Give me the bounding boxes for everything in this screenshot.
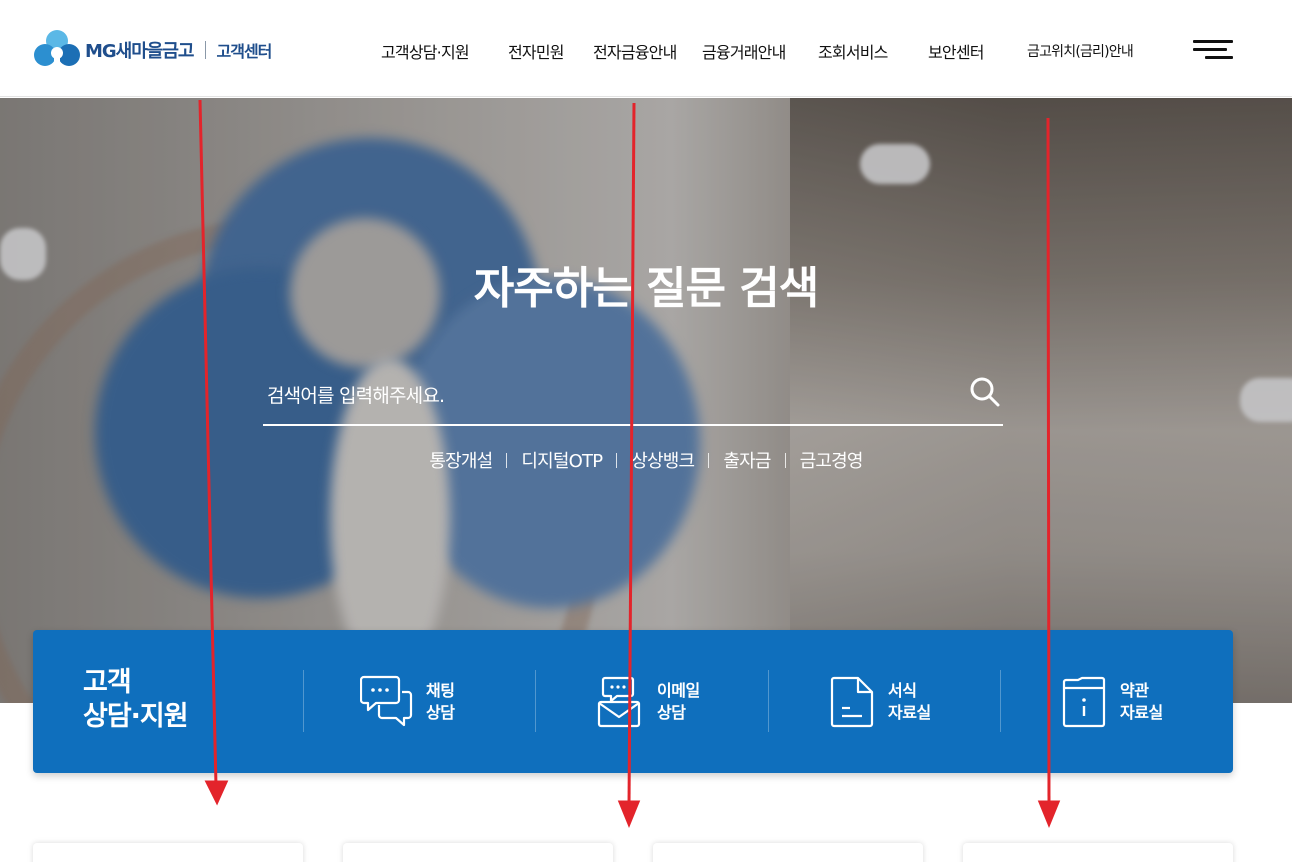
keyword-link[interactable]: 금고경영 — [800, 451, 864, 472]
faq-search — [263, 370, 1003, 426]
keyword-link[interactable]: 출자금 — [723, 451, 771, 472]
keyword-link[interactable]: 상상뱅크 — [631, 451, 695, 472]
keyword-divider — [506, 453, 508, 468]
quick-divider — [535, 670, 536, 732]
quick-label-line2: 상담 — [426, 703, 455, 722]
quick-label-line2: 자료실 — [1120, 703, 1163, 722]
quick-label-line1: 약관 — [1120, 681, 1149, 700]
quick-title-line1: 고객 — [83, 667, 132, 698]
nav-item-complaint[interactable]: 전자민원 — [508, 39, 564, 63]
arrow-head-center — [617, 800, 641, 828]
quick-label-line2: 상담 — [657, 703, 686, 722]
nav-item-support[interactable]: 고객상담·지원 — [381, 39, 470, 63]
arrow-head-right — [1037, 800, 1061, 828]
nav-item-transaction[interactable]: 금융거래안내 — [702, 39, 786, 63]
quick-divider — [768, 670, 769, 732]
forms-library-button[interactable]: 서식 자료실 — [830, 672, 931, 732]
email-icon — [597, 676, 641, 728]
menu-icon[interactable] — [1193, 40, 1233, 60]
quick-label-line1: 이메일 — [657, 681, 700, 700]
quick-label-line1: 서식 — [888, 681, 917, 700]
terms-library-button[interactable]: 약관 자료실 — [1062, 672, 1163, 732]
keyword-link[interactable]: 통장개설 — [429, 451, 493, 472]
email-consult-label: 이메일 상담 — [657, 680, 700, 724]
nav-item-inquiry[interactable]: 조회서비스 — [818, 39, 888, 63]
nav-item-e-banking[interactable]: 전자금융안내 — [593, 39, 677, 63]
main-nav: 고객상담·지원 전자민원 전자금융안내 금융거래안내 조회서비스 보안센터 금고… — [0, 39, 1292, 63]
terms-icon — [1062, 676, 1106, 728]
terms-library-label: 약관 자료실 — [1120, 680, 1163, 724]
content-card[interactable] — [653, 843, 923, 862]
arrow-head-left — [204, 780, 229, 806]
quick-menu-title: 고객 상담·지원 — [83, 666, 189, 734]
chat-consult-button[interactable]: 채팅 상담 — [360, 672, 455, 732]
document-icon — [830, 676, 874, 728]
search-input[interactable] — [267, 378, 947, 414]
quick-divider — [1000, 670, 1001, 732]
keyword-divider — [784, 453, 786, 468]
content-card[interactable] — [343, 843, 613, 862]
content-card[interactable] — [963, 843, 1233, 862]
search-icon[interactable] — [967, 374, 1003, 410]
quick-label-line1: 채팅 — [426, 681, 455, 700]
quick-label-line2: 자료실 — [888, 703, 931, 722]
popular-keywords: 통장개설 디지털OTP 상상뱅크 출자금 금고경영 — [0, 447, 1292, 473]
chat-consult-label: 채팅 상담 — [426, 680, 455, 724]
quick-divider — [303, 670, 304, 732]
quick-title-line2: 상담·지원 — [83, 701, 189, 732]
nav-item-security[interactable]: 보안센터 — [928, 39, 984, 63]
keyword-divider — [616, 453, 618, 468]
support-quick-menu: 고객 상담·지원 채팅 상담 이메일 상담 서식 자료실 약관 자료실 — [33, 630, 1233, 773]
content-card[interactable] — [33, 843, 303, 862]
site-header: MG새마을금고 고객센터 고객상담·지원 전자민원 전자금융안내 금융거래안내 … — [0, 0, 1292, 97]
hero-title: 자주하는 질문 검색 — [473, 263, 819, 314]
nav-item-branch-location[interactable]: 금고위치(금리)안내 — [1027, 41, 1134, 61]
chat-icon — [360, 675, 413, 727]
forms-library-label: 서식 자료실 — [888, 680, 931, 724]
keyword-divider — [708, 453, 710, 468]
email-consult-button[interactable]: 이메일 상담 — [597, 672, 700, 732]
keyword-link[interactable]: 디지털OTP — [521, 451, 603, 472]
